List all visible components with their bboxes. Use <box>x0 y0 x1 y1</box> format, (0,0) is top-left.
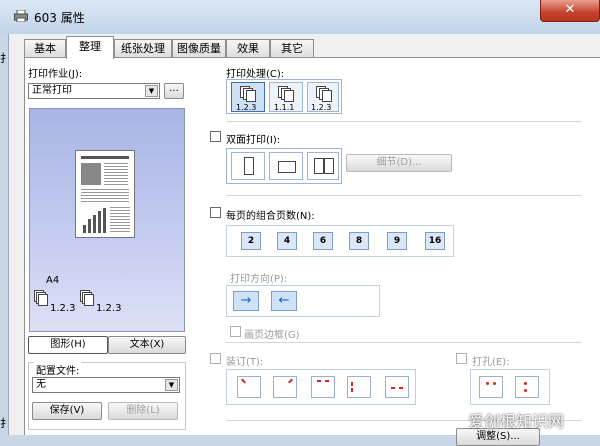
watermark: 爱创根知识网 <box>468 412 565 431</box>
staple-top-right-option[interactable] <box>273 376 297 398</box>
profile-label: 配置文件: <box>34 362 82 377</box>
preview-text-lines <box>104 163 128 185</box>
delete-profile-button[interactable]: 删除(L) <box>108 402 178 420</box>
staple-left-dual-option[interactable] <box>347 376 371 398</box>
chevron-down-icon: ▼ <box>145 85 158 97</box>
pages-per-sheet-label: 每页的组合页数(N): <box>226 211 315 222</box>
uncollate-caption: 1.1.1 <box>274 103 295 112</box>
tab-basic[interactable]: 基本 <box>24 39 66 58</box>
close-button[interactable]: ✕ <box>540 0 600 22</box>
profile-value: 无 <box>36 379 46 390</box>
duplex-checkbox[interactable] <box>210 131 221 142</box>
duplex-details-button[interactable]: 细节(D)... <box>346 154 452 172</box>
window-title-bar <box>0 0 600 34</box>
orientation-label: 打印方向(P): <box>230 274 288 285</box>
punch-options-group <box>470 369 550 405</box>
pages-9-option[interactable]: 9 <box>387 232 407 250</box>
divider <box>226 342 582 343</box>
uncollate-option[interactable]: 1.1.1 <box>269 82 303 112</box>
tab-effects[interactable]: 效果 <box>226 39 270 58</box>
page-border-label: 画页边框(G) <box>244 330 300 341</box>
reverse-caption: 1.2.3 <box>311 103 332 112</box>
preview-bar-chart <box>81 207 107 233</box>
tab-paper-handling[interactable]: 纸张处理 <box>114 39 172 58</box>
window-left-edge <box>0 34 8 435</box>
punch-checkbox[interactable] <box>456 353 467 364</box>
orientation-group: → ← <box>226 285 380 317</box>
paper-size-label: A4 <box>46 275 60 286</box>
punch-left-option[interactable] <box>515 376 539 398</box>
tab-other[interactable]: 其它 <box>270 39 314 58</box>
collate-caption: 1.2.3 <box>236 103 257 112</box>
divider <box>226 195 582 196</box>
profile-select[interactable]: 无 ▼ <box>32 377 180 393</box>
staple-label: 装订(T): <box>226 357 264 368</box>
printer-icon <box>14 10 28 22</box>
pages-6-option[interactable]: 6 <box>313 232 333 250</box>
preview-photo <box>81 163 101 185</box>
punch-label: 打孔(E): <box>472 357 510 368</box>
preview-heading <box>81 156 129 159</box>
pages-4-option[interactable]: 4 <box>277 232 297 250</box>
duplex-long-edge-option[interactable] <box>231 152 265 180</box>
preview-page <box>75 150 135 238</box>
preview-text-lines-2 <box>81 189 129 203</box>
preview-caption-2: 1.2.3 <box>96 303 122 314</box>
tab-finishing[interactable]: 整理 <box>66 36 114 59</box>
save-profile-button[interactable]: 保存(V) <box>32 402 102 420</box>
pages-8-option[interactable]: 8 <box>349 232 369 250</box>
view-text-button[interactable]: 文本(X) <box>108 336 186 354</box>
staple-center-dual-option[interactable] <box>385 376 409 398</box>
print-process-label: 打印处理(C): <box>226 69 285 80</box>
booklet-option[interactable] <box>307 152 339 180</box>
tab-image-quality[interactable]: 图像质量 <box>172 39 226 58</box>
preview-caption-1: 1.2.3 <box>50 303 76 314</box>
chevron-down-icon: ▼ <box>165 379 178 391</box>
reverse-order-option[interactable]: 1.2.3 <box>307 82 339 112</box>
staple-top-dual-option[interactable] <box>311 376 335 398</box>
print-job-value: 正常打印 <box>32 85 72 96</box>
collate-option[interactable]: 1.2.3 <box>231 82 265 112</box>
pages-per-sheet-checkbox[interactable] <box>210 207 221 218</box>
staple-checkbox[interactable] <box>210 353 221 364</box>
staple-top-left-option[interactable] <box>237 376 261 398</box>
print-process-group: 1.2.3 1.1.1 1.2.3 <box>226 79 342 114</box>
staple-options-group <box>226 369 416 405</box>
print-job-select[interactable]: 正常打印 ▼ <box>28 83 160 99</box>
pages-16-option[interactable]: 16 <box>425 232 445 250</box>
preview-stack-icon <box>34 290 48 308</box>
duplex-short-edge-option[interactable] <box>269 152 303 180</box>
duplex-label: 双面打印(I): <box>226 135 281 146</box>
preview-text-lines-3 <box>110 207 130 233</box>
left-to-right-arrow-icon[interactable]: → <box>233 291 259 311</box>
preview-stack-icon-2 <box>80 290 94 308</box>
punch-top-option[interactable] <box>479 376 503 398</box>
duplex-options-group <box>226 148 342 184</box>
pages-per-sheet-group: 2 4 6 8 9 16 <box>226 225 454 257</box>
right-to-left-arrow-icon[interactable]: ← <box>271 291 297 311</box>
view-graphic-button[interactable]: 图形(H) <box>28 336 108 354</box>
print-job-more-button[interactable]: ... <box>164 83 184 99</box>
divider <box>226 121 582 122</box>
page-border-checkbox[interactable] <box>230 326 241 337</box>
pages-2-option[interactable]: 2 <box>241 232 261 250</box>
window-title: 603 属性 <box>34 11 85 25</box>
print-job-label: 打印作业(J): <box>28 69 83 80</box>
